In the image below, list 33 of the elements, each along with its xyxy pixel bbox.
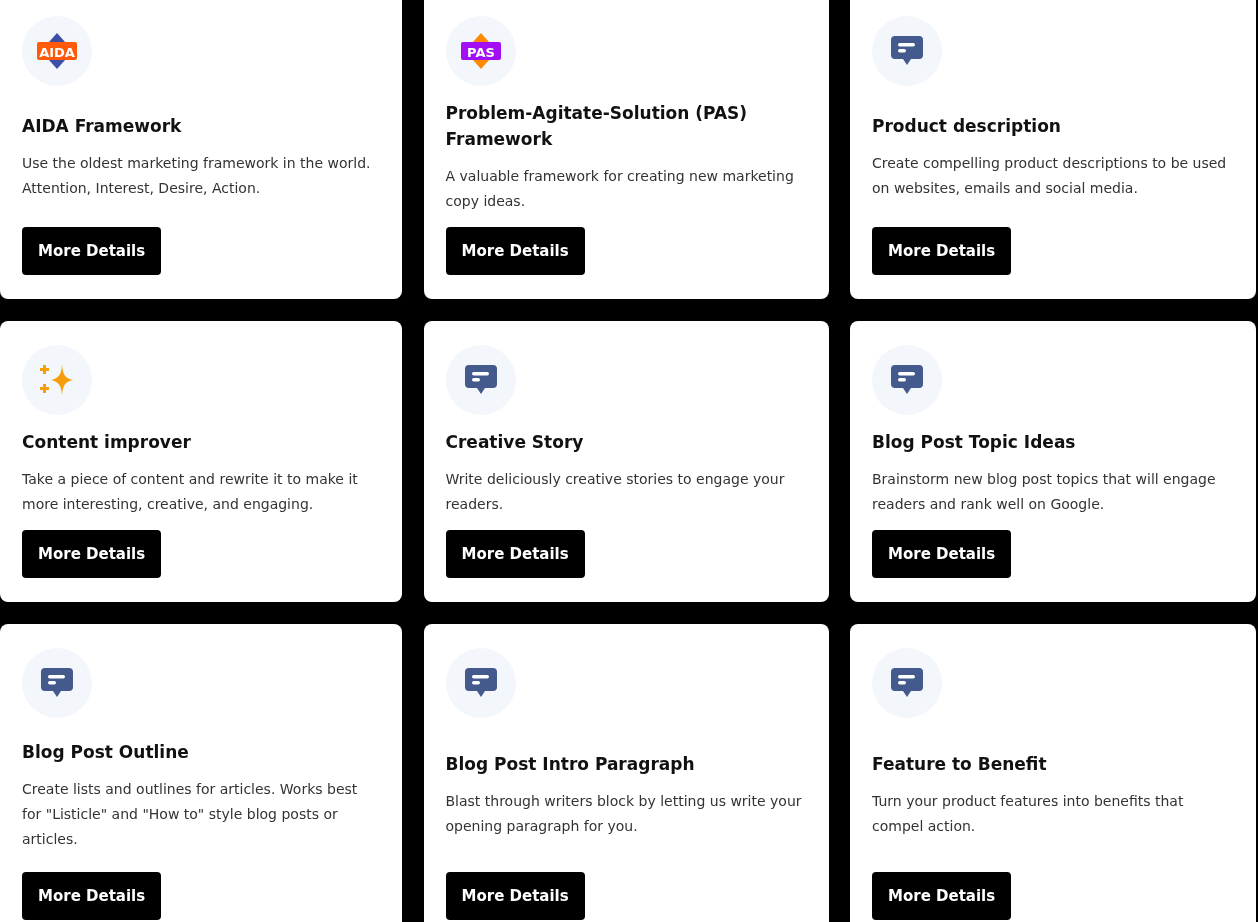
more-details-button[interactable]: More Details <box>445 227 585 275</box>
card-title: Content improver <box>22 430 192 454</box>
card-description: Write deliciously creative stories to engage your readers. <box>445 469 786 514</box>
card-title: Product description <box>872 114 1062 138</box>
more-details-button[interactable]: More Details <box>445 872 585 920</box>
chat-icon <box>464 668 497 698</box>
chat-icon <box>41 668 73 698</box>
more-details-button[interactable]: More Details <box>872 227 1012 275</box>
card-description: Turn your product features into benefits that compel action. <box>872 792 1185 836</box>
card-description: Take a piece of content and rewrite it to make it more interesting, creative, and engaging. <box>22 469 359 514</box>
chat-icon <box>891 365 923 395</box>
card-title: Blog Post Outline <box>22 740 190 764</box>
card-description: Use the oldest marketing framework in the world. Attention, Interest, Desire, Action. <box>22 153 372 198</box>
more-details-button[interactable]: More Details <box>872 530 1012 578</box>
card-description: Brainstorm new blog post topics that will engage readers and rank well on Google. <box>872 469 1217 514</box>
chat-icon <box>464 365 497 395</box>
card-description: Blast through writers block by letting us write your opening paragraph for you. <box>445 792 803 836</box>
more-details-button[interactable]: More Details <box>872 872 1012 920</box>
card-title: Blog Post Intro Paragraph <box>445 753 696 776</box>
card-title: Feature to Benefit <box>872 753 1048 776</box>
card-description: A valuable framework for creating new marketing copy ideas. <box>445 166 795 211</box>
card-title: Blog Post Topic Ideas <box>872 430 1077 454</box>
chat-icon <box>891 36 923 66</box>
card-description: Create compelling product descriptions to be used on websites, emails and social media. <box>872 153 1228 198</box>
chat-icon <box>891 668 923 698</box>
more-details-button[interactable]: More Details <box>22 227 162 275</box>
card-title: AIDA Framework <box>22 114 183 138</box>
card-title: Creative Story <box>445 430 585 454</box>
more-details-button[interactable]: More Details <box>22 872 162 920</box>
more-details-button[interactable]: More Details <box>445 530 585 578</box>
more-details-button[interactable]: More Details <box>22 530 162 578</box>
card-title: Problem-Agitate-Solution (PAS) Framework <box>445 101 749 151</box>
card-description: Create lists and outlines for articles. Works best for "Listicle" and "How to" style blog posts or articles. <box>22 779 359 849</box>
